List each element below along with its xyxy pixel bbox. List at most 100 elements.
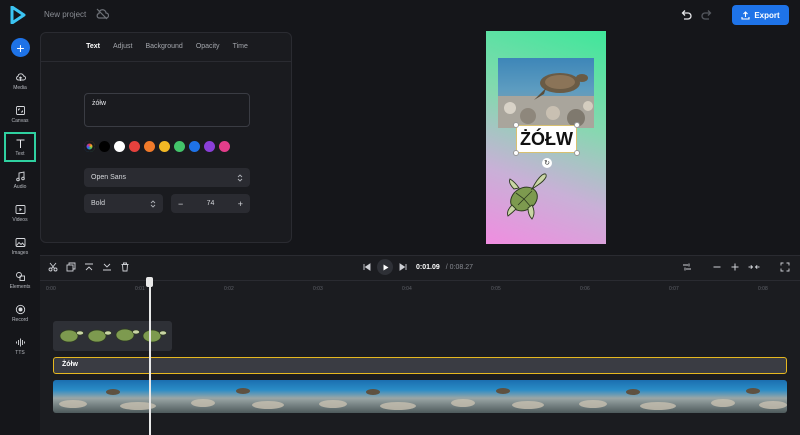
panel-tabs: Text Adjust Background Opacity Time [41, 43, 293, 50]
resize-handle[interactable] [513, 122, 519, 128]
left-sidebar: + Media Canvas Text Audio Videos Images … [0, 30, 40, 435]
ruler-tick: 0:07 [669, 286, 679, 292]
playhead-handle[interactable] [146, 277, 153, 287]
ruler-tick: 0:03 [313, 286, 323, 292]
sidebar-item-label: TTS [15, 349, 25, 356]
swatch-purple[interactable] [204, 141, 215, 152]
text-clip[interactable]: Żółw [53, 357, 787, 374]
skip-forward-icon[interactable] [399, 263, 407, 271]
text-properties-panel: Text Adjust Background Opacity Time żółw… [40, 32, 292, 243]
project-title[interactable]: New project [44, 10, 86, 19]
zoom-in-icon[interactable] [730, 262, 740, 272]
sidebar-item-canvas[interactable]: Canvas [4, 100, 36, 128]
sidebar-item-label: Videos [12, 216, 28, 223]
transport-controls: 0:01.09 / 0:08.27 [363, 259, 473, 275]
sidebar-item-tts[interactable]: TTS [4, 332, 36, 360]
turtle-sticker[interactable] [504, 169, 550, 223]
undo-icon[interactable] [680, 9, 692, 21]
font-weight-select[interactable]: Bold [84, 194, 163, 213]
duplicate-icon[interactable] [66, 262, 76, 272]
resize-handle[interactable] [513, 150, 519, 156]
font-family-value: Open Sans [91, 174, 127, 181]
play-icon [383, 264, 388, 270]
top-bar: New project Export [0, 0, 800, 30]
time-ruler[interactable]: 0:00 0:01 0:02 0:03 0:04 0:05 0:06 0:07 … [40, 280, 800, 294]
swatch-red[interactable] [129, 141, 140, 152]
timeline: 0:01.09 / 0:08.27 0:00 0:01 0:02 0:03 0:… [40, 255, 800, 435]
split-view-icon[interactable] [682, 262, 692, 272]
font-size-value[interactable]: 74 [207, 200, 215, 207]
color-swatches [84, 141, 230, 152]
swatch-white[interactable] [114, 141, 125, 152]
zoom-out-icon[interactable] [712, 262, 722, 272]
sidebar-item-videos[interactable]: Videos [4, 199, 36, 227]
text-content-input[interactable]: żółw [84, 93, 250, 127]
swatch-yellow[interactable] [159, 141, 170, 152]
timeline-toolbar: 0:01.09 / 0:08.27 [40, 256, 800, 278]
resize-handle[interactable] [574, 150, 580, 156]
sidebar-item-elements[interactable]: Elements [4, 266, 36, 294]
ruler-tick: 0:04 [402, 286, 412, 292]
cloud-upload-icon [15, 72, 26, 81]
ruler-tick: 0:01 [135, 286, 145, 292]
canvas-icon [15, 105, 25, 115]
video-play-icon [15, 204, 25, 214]
ruler-tick: 0:05 [491, 286, 501, 292]
font-family-select[interactable]: Open Sans [84, 168, 250, 187]
record-icon [15, 304, 25, 314]
tab-text[interactable]: Text [86, 43, 100, 50]
bring-forward-icon[interactable] [84, 262, 94, 272]
fullscreen-icon[interactable] [780, 262, 790, 272]
swatch-green[interactable] [174, 141, 185, 152]
minus-icon[interactable]: − [178, 199, 183, 209]
font-size-stepper: − 74 + [171, 194, 250, 213]
swatch-black[interactable] [99, 141, 110, 152]
resize-handle[interactable] [574, 122, 580, 128]
current-time: 0:01.09 [416, 263, 440, 271]
app-logo-icon[interactable] [10, 6, 26, 24]
ruler-tick: 0:02 [224, 286, 234, 292]
waveform-icon [15, 338, 25, 346]
fit-timeline-icon[interactable] [748, 262, 760, 272]
turtle-photo[interactable] [498, 58, 594, 128]
video-filmstrip [59, 388, 787, 410]
sticker-clip[interactable] [53, 321, 172, 351]
canvas-preview[interactable]: ŻÓŁW ↻ [486, 31, 606, 244]
music-note-icon [15, 170, 25, 181]
tab-opacity[interactable]: Opacity [196, 43, 220, 50]
sidebar-item-label: Media [13, 84, 27, 91]
sidebar-item-label: Images [11, 249, 29, 256]
sidebar-item-label: Record [11, 316, 29, 323]
tab-background[interactable]: Background [145, 43, 182, 50]
sidebar-item-media[interactable]: Media [4, 67, 36, 95]
sidebar-item-audio[interactable]: Audio [4, 166, 36, 194]
plus-icon[interactable]: + [238, 199, 243, 209]
color-picker-icon[interactable] [84, 141, 95, 152]
swatch-blue[interactable] [189, 141, 200, 152]
play-button[interactable] [377, 259, 393, 275]
swatch-orange[interactable] [144, 141, 155, 152]
sidebar-item-images[interactable]: Images [4, 232, 36, 260]
chevron-updown-icon [150, 199, 156, 208]
tab-adjust[interactable]: Adjust [113, 43, 132, 50]
caption-text[interactable]: ŻÓŁW [516, 125, 577, 153]
trash-icon[interactable] [120, 262, 130, 272]
sidebar-item-label: Audio [13, 183, 27, 190]
redo-icon[interactable] [701, 9, 713, 21]
font-weight-value: Bold [91, 200, 106, 207]
export-button[interactable]: Export [732, 5, 789, 25]
send-backward-icon[interactable] [102, 262, 112, 272]
sidebar-item-label: Elements [9, 283, 31, 290]
video-clip[interactable] [53, 380, 787, 413]
rotate-icon[interactable]: ↻ [542, 158, 552, 168]
sidebar-item-record[interactable]: Record [4, 299, 36, 327]
sidebar-item-label: Text [15, 150, 25, 157]
skip-back-icon[interactable] [363, 263, 371, 271]
scissors-icon[interactable] [48, 262, 58, 272]
tab-time[interactable]: Time [233, 43, 248, 50]
add-button[interactable]: + [11, 38, 30, 57]
ruler-tick: 0:06 [580, 286, 590, 292]
sidebar-item-text[interactable]: Text [4, 132, 36, 162]
playhead[interactable] [149, 279, 151, 435]
swatch-pink[interactable] [219, 141, 230, 152]
